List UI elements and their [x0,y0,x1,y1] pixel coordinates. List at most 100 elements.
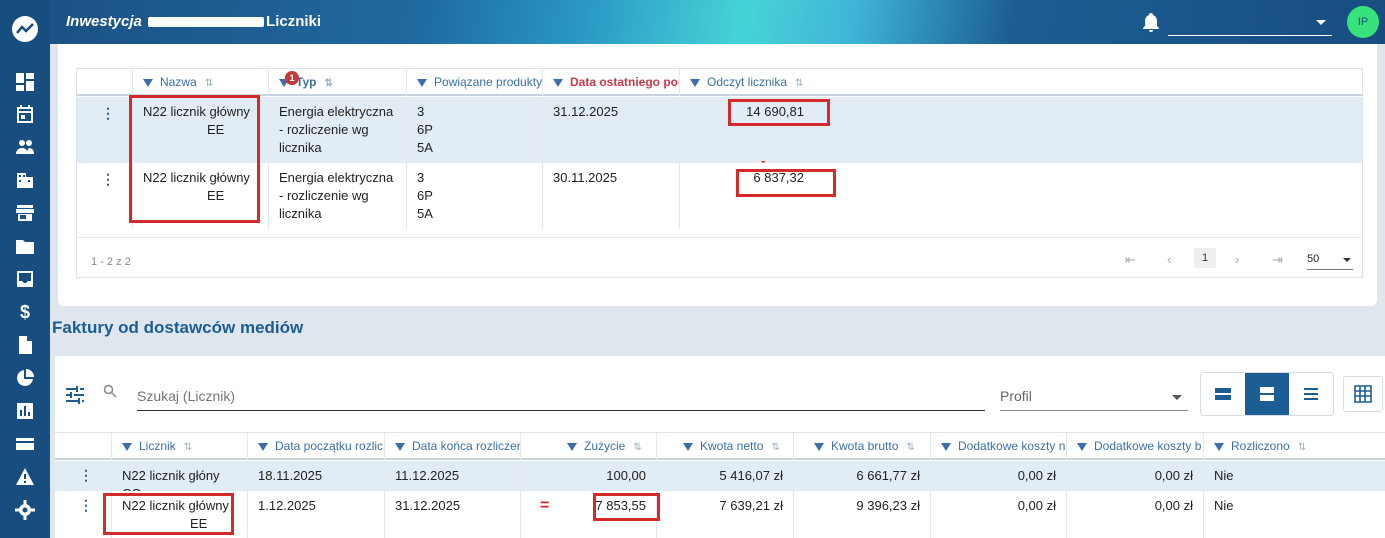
profile-select[interactable]: Profil [1000,381,1188,411]
document-icon[interactable] [15,335,35,355]
search-icon [103,384,117,401]
filter-icon[interactable] [567,443,577,451]
col-reading[interactable]: Odczyt licznika ⇅ [679,69,814,96]
chevron-down-icon [1316,20,1326,25]
dollar-icon[interactable]: $ [15,302,35,322]
filter-icon[interactable] [814,443,824,451]
col-net[interactable]: Kwota netto ⇅ [656,433,793,460]
store-icon[interactable] [15,203,35,223]
sidebar: $ [0,0,50,538]
filter-icon[interactable] [395,443,405,451]
row-menu-icon[interactable]: ⋮ [101,171,115,188]
warning-icon[interactable] [15,467,35,487]
dashboard-icon[interactable] [15,72,35,92]
bar-chart-icon[interactable] [15,401,35,421]
col-type[interactable]: Typ ⇅ 1 [268,69,406,96]
sort-icon[interactable]: ⇅ [184,442,192,453]
last-page-icon[interactable]: ⇥ [1272,252,1283,268]
bell-icon[interactable] [1142,12,1160,32]
sort-icon[interactable]: ⇅ [906,442,914,453]
filter-icon[interactable] [143,79,153,87]
cell-start: 1.12.2025 [247,491,384,538]
cell-extra-gross: 0,00 zł [1066,491,1203,538]
filter-icon[interactable] [1077,443,1087,451]
filter-icon[interactable] [122,443,132,451]
filter-icon[interactable] [258,443,268,451]
col-start-date[interactable]: Data początku rozlic [247,433,384,460]
chevron-down-icon [1343,258,1351,262]
filter-icon[interactable] [941,443,951,451]
page-title: Inwestycja Liczniki [66,13,321,30]
cell-usage: 100,00 [520,461,656,491]
current-page[interactable]: 1 [1194,248,1216,268]
app-logo[interactable] [12,16,38,42]
col-usage[interactable]: Zużycie ⇅ [520,433,656,460]
next-page-icon[interactable]: › [1235,252,1239,267]
table-row[interactable]: ⋮ N22 licznik główny EE 1.12.2025 31.12.2… [55,491,1385,538]
meters-table-header: Nazwa ⇅ Typ ⇅ 1 Powiązane produkty Data ost… [77,69,1362,96]
section-title: Faktury od dostawców mediów [52,318,304,337]
col-last-date[interactable]: Data ostatniego pom [542,69,679,96]
col-extra-gross[interactable]: Dodatkowe koszty b [1066,433,1203,460]
cell-type: Energia elektryczna - rozliczenie wg liczn… [268,97,406,163]
row-menu-icon[interactable]: ⋮ [79,497,93,514]
cell-extra-net: 0,00 zł [930,491,1066,538]
title-prefix: Inwestycja [66,13,142,30]
prev-page-icon[interactable]: ‹ [1167,252,1171,267]
filter-icon[interactable] [553,79,563,87]
view-compact-button[interactable] [1201,373,1245,415]
grid-view-button[interactable] [1343,376,1383,412]
settings-icon[interactable] [15,500,35,520]
sort-icon[interactable]: ⇅ [771,442,779,453]
cell-date: 30.11.2025 [542,163,679,229]
cell-gross: 6 661,77 zł [793,461,930,491]
invoices-card: Profil Licznik⇅ Data początku rozlic Dat… [55,356,1385,538]
row-menu-icon[interactable]: ⋮ [79,467,93,484]
cell-type: Energia elektryczna - rozliczenie wg liczn… [268,163,406,229]
sort-icon[interactable]: ⇅ [633,442,641,453]
card-icon[interactable] [15,434,35,454]
pie-chart-icon[interactable] [15,368,35,388]
people-icon[interactable] [15,137,35,157]
filter-icon[interactable] [690,79,700,87]
cell-net: 5 416,07 zł [656,461,793,491]
meters-pagination: 1 - 2 z 2 ⇤ ‹ 1 › ⇥ 50 [77,237,1362,279]
cell-settled: Nie [1203,491,1340,538]
building-icon[interactable] [15,170,35,190]
highlight-box [728,99,830,126]
calendar-icon[interactable] [15,104,35,124]
folder-icon[interactable] [15,236,35,256]
filter-settings-icon[interactable] [65,386,85,407]
row-menu-icon[interactable]: ⋮ [101,105,115,122]
col-products[interactable]: Powiązane produkty [406,69,542,96]
inbox-icon[interactable] [15,269,35,289]
col-meter[interactable]: Licznik ⇅ [111,433,247,460]
col-end-date[interactable]: Data końca rozliczer [384,433,520,460]
col-name[interactable]: Nazwa ⇅ [132,69,268,96]
view-normal-button[interactable] [1245,373,1289,415]
sort-icon[interactable]: ⇅ [324,78,332,89]
filter-icon[interactable] [683,443,693,451]
search-input[interactable] [137,381,985,411]
table-row[interactable]: ⋮ N22 licznik głóny CO 18.11.2025 11.12.… [55,461,1385,501]
minus-mark: - [761,153,766,168]
user-select[interactable] [1168,10,1332,36]
first-page-icon[interactable]: ⇤ [1125,252,1136,268]
col-extra-net[interactable]: Dodatkowe koszty n [930,433,1066,460]
highlight-box [103,493,234,535]
col-settled[interactable]: Rozliczono ⇅ [1203,433,1340,460]
filter-icon[interactable] [417,79,427,87]
sort-icon[interactable]: ⇅ [795,78,803,89]
filter-icon[interactable] [1214,443,1224,451]
view-list-button[interactable] [1289,373,1333,415]
col-gross[interactable]: Kwota brutto ⇅ [793,433,930,460]
sort-icon[interactable]: ⇅ [205,78,213,89]
redacted-text [148,17,265,28]
cell-extra-gross: 0,00 zł [1066,461,1203,491]
avatar[interactable]: IP [1347,6,1379,38]
per-page-select[interactable]: 50 [1307,248,1353,270]
table-row[interactable]: ⋮ N22 licznik główny EE Energia elektrycz… [77,163,1362,229]
sort-icon[interactable]: ⇅ [1298,442,1306,453]
table-row[interactable]: ⋮ N22 licznik główny EE Energia elektrycz… [77,97,1362,163]
filter-count-badge: 1 [285,71,299,85]
